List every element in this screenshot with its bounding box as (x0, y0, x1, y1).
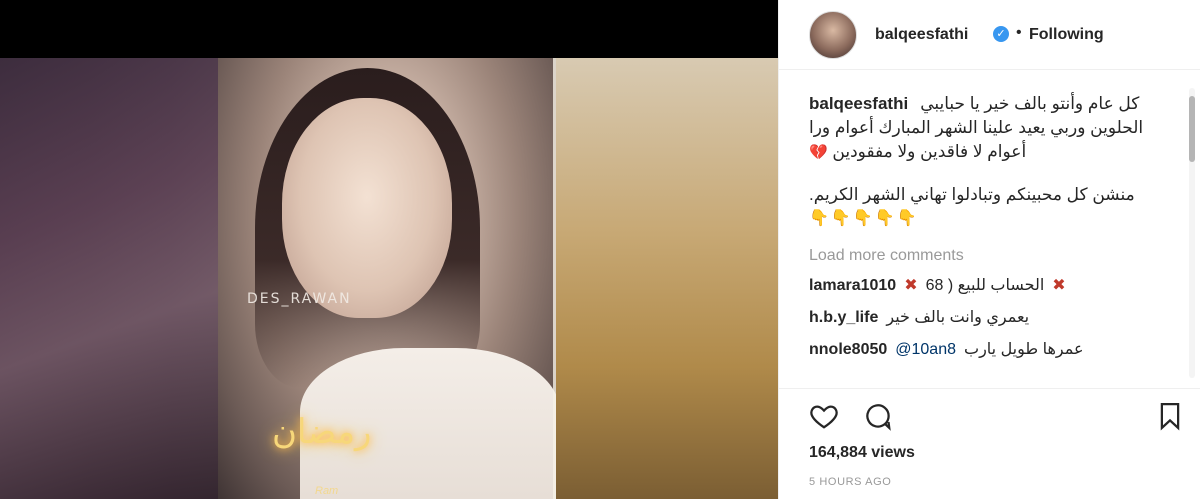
comment-text: الحساب للبيع ( 68 (925, 277, 1045, 294)
load-more-comments-link[interactable]: Load more comments (809, 247, 1185, 265)
cross-mark-icon: ✖ (1052, 277, 1066, 294)
action-bar (779, 388, 1200, 438)
bookmark-icon[interactable] (1155, 401, 1185, 431)
caption-line-2: الحلوين وربي يعيد علينا الشهر المبارك أع… (809, 118, 1144, 137)
caption-username[interactable]: balqeesfathi (809, 92, 908, 116)
comments-list: balqeesfathi كل عام وأنتو بالف خير يا حب… (809, 92, 1185, 384)
post-header: balqeesfathi ✓ • Following (779, 0, 1200, 70)
caption: balqeesfathi كل عام وأنتو بالف خير يا حب… (809, 92, 1185, 231)
media-panel-left (0, 58, 220, 499)
heart-outline-icon[interactable] (809, 401, 839, 431)
video-watermark: DES_RAWAN (247, 291, 352, 307)
caption-line-3: أعوام لا فاقدين ولا مفقودين (832, 142, 1027, 161)
broken-heart-icon: 💔 (809, 144, 828, 161)
caption-line-1: كل عام وأنتو بالف خير يا حبايبي (920, 94, 1140, 113)
comment-username[interactable]: nnole8050 (809, 339, 887, 361)
following-button[interactable]: Following (1029, 26, 1104, 44)
header-separator: • (1016, 24, 1022, 41)
media-face (282, 98, 452, 318)
post-sidebar: balqeesfathi ✓ • Following balqeesfathi … (778, 0, 1200, 499)
comment-mention-link[interactable]: @10an8 (895, 339, 956, 361)
scrollbar-thumb[interactable] (1189, 96, 1195, 162)
ramadan-overlay-sub: Ram (315, 485, 339, 497)
post-media[interactable]: DES_RAWAN رمضان Ram (0, 0, 778, 499)
pointing-down-icon: 👇👇👇👇👇 (809, 210, 919, 227)
comment-text: يعمري وانت بالف خير (886, 309, 1030, 326)
media-panel-right (556, 58, 778, 499)
post-timestamp[interactable]: 5 HOURS AGO (809, 476, 891, 488)
header-username[interactable]: balqeesfathi (875, 26, 968, 44)
cross-mark-icon: ✖ (904, 277, 918, 294)
comments-scrollbar[interactable] (1189, 88, 1195, 378)
comment-username[interactable]: h.b.y_life (809, 307, 878, 329)
comment-item: h.b.y_life يعمري وانت بالف خير (809, 307, 1185, 329)
avatar[interactable] (809, 11, 857, 59)
comment-item: nnole8050 @10an8 عمرها طويل يارب (809, 339, 1185, 361)
comment-item: lamara1010 ✖ الحساب للبيع ( 68 ✖ (809, 275, 1185, 297)
verified-badge-icon: ✓ (993, 26, 1009, 42)
comment-username[interactable]: lamara1010 (809, 275, 896, 297)
comment-bubble-icon[interactable] (863, 401, 893, 431)
caption-line-4: منشن كل محبينكم وتبادلوا تهاني الشهر الك… (809, 185, 1135, 204)
view-count[interactable]: 164,884 views (809, 444, 915, 462)
ramadan-overlay-logo: رمضان (272, 412, 372, 452)
comment-text: عمرها طويل يارب (964, 341, 1084, 358)
